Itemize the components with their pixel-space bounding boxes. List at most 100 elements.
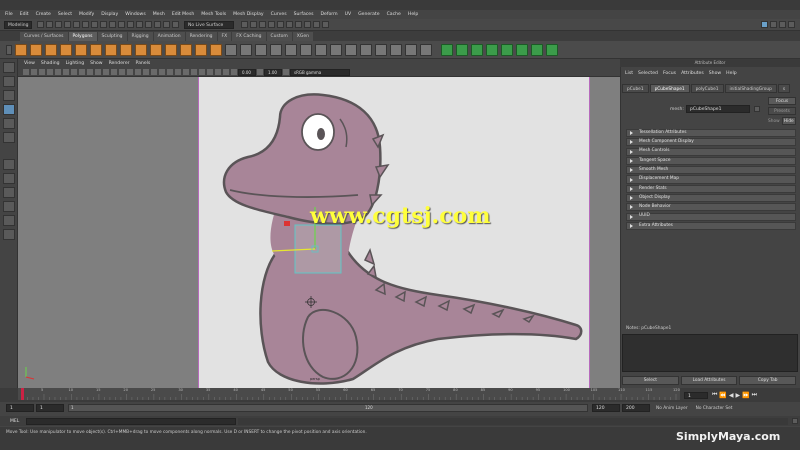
merge-icon[interactable] <box>359 43 372 56</box>
poly-plane-icon[interactable] <box>89 43 102 56</box>
mode-dropdown[interactable]: Modeling <box>4 20 32 29</box>
paint-select-tool-icon[interactable] <box>2 90 15 101</box>
section-smooth-mesh[interactable]: Smooth Mesh <box>626 166 796 175</box>
unfold-uv-icon[interactable] <box>545 43 558 56</box>
anim-layer-label[interactable]: No Anim Layer <box>656 406 688 411</box>
outliner-layout-icon[interactable] <box>2 229 15 240</box>
smooth-shade-icon[interactable] <box>119 69 125 75</box>
menu-generate[interactable]: Generate <box>358 12 379 17</box>
attr-menu-selected[interactable]: Selected <box>638 71 658 76</box>
menu-surfaces[interactable]: Surfaces <box>294 12 314 17</box>
go-to-end-icon[interactable]: ⏭ <box>752 391 757 399</box>
cut-uv-icon[interactable] <box>515 43 528 56</box>
menu-windows[interactable]: Windows <box>125 12 146 17</box>
view-transform-dropdown[interactable]: sRGB gamma <box>290 68 350 76</box>
shelf-tab-fx[interactable]: FX <box>217 31 232 41</box>
menu-edit-mesh[interactable]: Edit Mesh <box>172 12 194 17</box>
open-scene-icon[interactable] <box>46 21 53 28</box>
viewport-menu-show[interactable]: Show <box>90 61 102 66</box>
motion-blur-icon[interactable] <box>175 69 181 75</box>
outliner-icon[interactable] <box>295 21 302 28</box>
mesh-name-field[interactable]: pCubeShape1 <box>686 105 750 113</box>
viewport-menu-lighting[interactable]: Lighting <box>66 61 85 66</box>
menu-deform[interactable]: Deform <box>321 12 338 17</box>
hide-button[interactable]: Hide <box>781 117 796 125</box>
shelf-tab-fx-caching[interactable]: FX Caching <box>232 31 266 41</box>
shelf-tab-sculpting[interactable]: Sculpting <box>97 31 127 41</box>
fill-hole-icon[interactable] <box>344 43 357 56</box>
poly-cone-icon[interactable] <box>59 43 72 56</box>
menu-create[interactable]: Create <box>36 12 51 17</box>
single-pane-layout-icon[interactable] <box>2 159 15 170</box>
shelf-tab-polygons[interactable]: Polygons <box>68 31 97 41</box>
menu-file[interactable]: File <box>5 12 13 17</box>
poly-cylinder-icon[interactable] <box>44 43 57 56</box>
attr-tab-polycube1[interactable]: polyCube1 <box>690 83 724 93</box>
playback-end-field[interactable]: 120 <box>592 404 620 412</box>
mel-label[interactable]: MEL <box>10 419 26 424</box>
select-camera-icon[interactable] <box>23 69 29 75</box>
menu-cache[interactable]: Cache <box>387 12 401 17</box>
attr-menu-list[interactable]: List <box>625 71 633 76</box>
live-surface-field[interactable]: No Live Surface <box>184 20 234 29</box>
select-button[interactable]: Select <box>622 375 679 385</box>
shelf-settings-icon[interactable] <box>6 44 12 55</box>
load-attributes-icon[interactable] <box>754 106 760 112</box>
wireframe-icon[interactable] <box>111 69 117 75</box>
attr-menu-focus[interactable]: Focus <box>663 71 676 76</box>
select-tool-icon[interactable] <box>2 62 15 73</box>
xray-icon[interactable] <box>207 69 213 75</box>
depth-of-field-icon[interactable] <box>191 69 197 75</box>
isolate-select-icon[interactable] <box>199 69 205 75</box>
load-attributes-button[interactable]: Load Attributes <box>680 375 738 385</box>
attr-menu-show[interactable]: Show <box>709 71 721 76</box>
ipr-icon[interactable] <box>163 21 170 28</box>
character-set-label[interactable]: No Character Set <box>696 406 733 411</box>
poly-type-icon[interactable] <box>194 43 207 56</box>
snap-surface-icon[interactable] <box>136 21 143 28</box>
attr-tab-initialshadinggroup[interactable]: initialShadingGroup <box>724 83 777 93</box>
graph-editor-icon[interactable] <box>304 21 311 28</box>
section-extra-attributes[interactable]: Extra Attributes <box>626 221 796 230</box>
exposure-icon[interactable] <box>231 69 237 75</box>
gamma-field[interactable]: 1.00 <box>264 68 282 76</box>
play-forward-icon[interactable]: ▶ <box>736 392 741 399</box>
menu-select[interactable]: Select <box>58 12 72 17</box>
end-time-field[interactable]: 200 <box>622 404 650 412</box>
render-settings-icon[interactable] <box>172 21 179 28</box>
default-material-icon[interactable] <box>127 69 133 75</box>
grid-icon[interactable] <box>55 69 61 75</box>
section-mesh-component-display[interactable]: Mesh Component Display <box>626 138 796 147</box>
extrude-icon[interactable] <box>299 43 312 56</box>
snap-grid-icon[interactable] <box>109 21 116 28</box>
bevel-icon[interactable] <box>329 43 342 56</box>
field-chart-icon[interactable] <box>87 69 93 75</box>
automatic-uv-icon[interactable] <box>485 43 498 56</box>
section-tangent-space[interactable]: Tangent Space <box>626 156 796 166</box>
channel-box-icon[interactable] <box>770 21 777 28</box>
color-management-icon[interactable] <box>283 69 289 75</box>
wireframe-on-shaded-icon[interactable] <box>135 69 141 75</box>
poly-sphere-icon[interactable] <box>14 43 27 56</box>
combine-icon[interactable] <box>224 43 237 56</box>
anti-aliasing-icon[interactable] <box>183 69 189 75</box>
separate-icon[interactable] <box>239 43 252 56</box>
tool-settings-icon[interactable] <box>788 21 795 28</box>
poly-cube-icon[interactable] <box>29 43 42 56</box>
snap-curve-icon[interactable] <box>118 21 125 28</box>
select-component-icon[interactable] <box>100 21 107 28</box>
sew-uv-icon[interactable] <box>530 43 543 56</box>
menu-help[interactable]: Help <box>408 12 418 17</box>
use-all-lights-icon[interactable] <box>151 69 157 75</box>
undo-icon[interactable] <box>64 21 71 28</box>
film-gate-icon[interactable] <box>63 69 69 75</box>
poly-torus-icon[interactable] <box>74 43 87 56</box>
section-object-display[interactable]: Object Display <box>626 193 796 203</box>
boolean-icon[interactable] <box>269 43 282 56</box>
shelf-tab-custom[interactable]: Custom <box>266 31 292 41</box>
planar-uv-icon[interactable] <box>440 43 453 56</box>
shelf-tab-curves-surfaces[interactable]: Curves / Surfaces <box>20 31 68 41</box>
perspective-viewport[interactable]: persp <box>18 77 620 388</box>
resolution-gate-icon[interactable] <box>71 69 77 75</box>
rotate-tool-icon[interactable] <box>2 118 15 129</box>
